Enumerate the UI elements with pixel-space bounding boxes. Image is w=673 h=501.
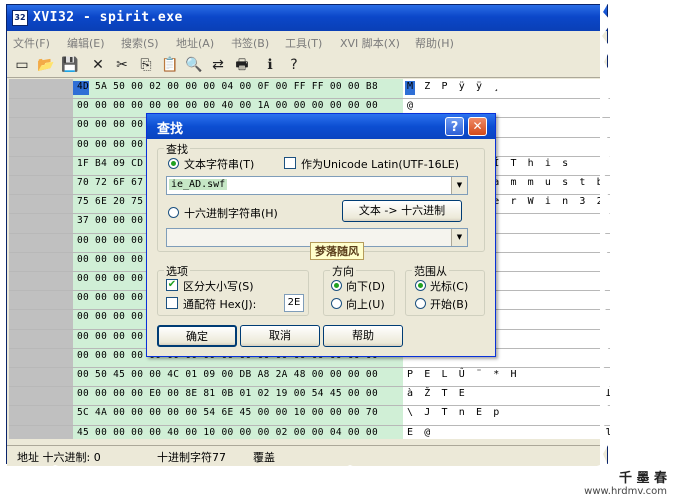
text-to-hex-button[interactable]: 文本 -> 十六进制: [342, 200, 462, 222]
context-help-icon[interactable]: ?: [285, 56, 303, 74]
row-hex[interactable]: 45 00 00 00 00 40 00 10 00 00 00 02 00 0…: [77, 427, 378, 438]
menu-bar: 文件(F) 编辑(E) 搜索(S) 地址(A) 书签(B) 工具(T) XVI …: [7, 32, 607, 52]
row-text[interactable]: \ J T n E p: [407, 407, 502, 418]
info-icon[interactable]: ℹ: [261, 56, 279, 74]
row-hex[interactable]: 00 00 00 00 E0 00 8E 81 0B 01 02 19 00 5…: [77, 388, 378, 399]
help-button[interactable]: 帮助: [323, 325, 403, 347]
row-hex[interactable]: 00 50 45 00 00 4C 01 09 00 DB A8 2A 48 0…: [77, 369, 378, 380]
range-group: 范围从 光标(C) 开始(B): [405, 263, 485, 316]
options-group-label: 选项: [164, 263, 190, 279]
torn-edge-bottom: [0, 465, 673, 501]
menu-edit[interactable]: 编辑(E): [67, 35, 105, 51]
row-separator: [9, 98, 629, 100]
direction-group: 方向 向下(D) 向上(U): [323, 263, 395, 316]
row-separator: [9, 405, 629, 407]
menu-address[interactable]: 地址(A): [176, 35, 214, 51]
status-mode: 覆盖: [253, 451, 275, 464]
checkbox-case-label[interactable]: 区分大小写(S): [183, 278, 254, 294]
dialog-title-bar: 查找 ? ✕: [147, 114, 495, 139]
direction-group-label: 方向: [330, 263, 356, 279]
cancel-button[interactable]: 取消: [240, 325, 320, 347]
range-group-label: 范围从: [412, 263, 449, 279]
menu-bookmark[interactable]: 书签(B): [231, 35, 269, 51]
row-text[interactable]: P E L Û ¨ * H: [407, 369, 519, 380]
options-group: 选项 ✔ 区分大小写(S) 通配符 Hex(J): 2E: [157, 263, 309, 316]
delete-icon[interactable]: ✕: [89, 56, 107, 74]
toolbar: ▭ 📂 💾 ✕ ✂ ⎘ 📋 🔍 ⇄ 🖶 ℹ ?: [7, 53, 607, 78]
row-text[interactable]: M Z P ÿ ÿ ¸: [407, 81, 502, 92]
chevron-down-icon[interactable]: ▼: [451, 177, 467, 194]
checkbox-wildcard-label[interactable]: 通配符 Hex(J):: [183, 296, 256, 312]
radio-cursor-label[interactable]: 光标(C): [430, 278, 468, 294]
app-icon: 32: [12, 10, 28, 26]
menu-help[interactable]: 帮助(H): [415, 35, 454, 51]
dialog-help-icon[interactable]: ?: [445, 117, 464, 136]
status-address: 地址 十六进制: 0: [17, 451, 101, 464]
torn-edge-right: [600, 0, 673, 501]
find-group: 查找 文本字符串(T) 作为Unicode Latin(UTF-16LE) ie…: [157, 141, 485, 252]
radio-range-start[interactable]: [415, 298, 426, 309]
menu-xvi-script[interactable]: XVI 脚本(X): [340, 35, 400, 51]
copy-icon[interactable]: ⎘: [137, 56, 155, 74]
radio-hex-string[interactable]: [168, 207, 179, 218]
save-icon[interactable]: 💾: [61, 56, 79, 74]
site-url: www.hrdmv.com: [584, 486, 667, 497]
title-bar: 32 XVI32 - spirit.exe: [7, 5, 607, 31]
checkbox-wildcard[interactable]: [166, 297, 178, 309]
checkbox-unicode-label[interactable]: 作为Unicode Latin(UTF-16LE): [301, 156, 459, 172]
menu-search[interactable]: 搜索(S): [121, 35, 159, 51]
replace-icon[interactable]: ⇄: [209, 56, 227, 74]
menu-tools[interactable]: 工具(T): [285, 35, 322, 51]
radio-up-label[interactable]: 向上(U): [346, 296, 385, 312]
paste-icon[interactable]: 📋: [161, 56, 179, 74]
radio-text-label[interactable]: 文本字符串(T): [184, 156, 254, 172]
row-hex[interactable]: 4D 5A 50 00 02 00 00 00 04 00 0F 00 FF F…: [77, 81, 378, 92]
row-separator: [9, 424, 629, 426]
menu-file[interactable]: 文件(F): [13, 35, 50, 51]
dialog-close-icon[interactable]: ✕: [468, 117, 487, 136]
radio-start-label[interactable]: 开始(B): [430, 296, 468, 312]
cut-icon[interactable]: ✂: [113, 56, 131, 74]
site-watermark: 千 墨 春 www.hrdmv.com: [584, 467, 667, 497]
open-icon[interactable]: 📂: [37, 56, 55, 74]
row-separator: [9, 386, 629, 388]
row-hex[interactable]: 00 00 00 00 00 00 00 00 40 00 1A 00 00 0…: [77, 100, 378, 111]
status-decimal: 十进制字符77: [157, 451, 226, 464]
find-icon[interactable]: 🔍: [185, 56, 203, 74]
row-text[interactable]: @: [407, 100, 416, 111]
print-icon[interactable]: 🖶: [233, 56, 251, 74]
text-search-value[interactable]: ie_AD.swf: [169, 179, 228, 190]
window-title: XVI32 - spirit.exe: [33, 10, 183, 25]
watermark-label: 梦落随风: [310, 242, 364, 260]
ok-button[interactable]: 确定: [157, 325, 237, 347]
wildcard-hex-input[interactable]: 2E: [284, 294, 304, 312]
dialog-title: 查找: [157, 122, 184, 137]
row-text[interactable]: à Ž T E: [407, 388, 467, 399]
row-hex[interactable]: 5C 4A 00 00 00 00 00 54 6E 45 00 00 10 0…: [77, 407, 378, 418]
find-group-label: 查找: [164, 141, 190, 157]
chevron-down-icon[interactable]: ▼: [451, 229, 467, 246]
radio-direction-down[interactable]: [331, 280, 342, 291]
checkbox-case-sensitive[interactable]: ✔: [166, 279, 178, 291]
site-name: 千 墨 春: [618, 471, 667, 486]
radio-direction-up[interactable]: [331, 298, 342, 309]
find-dialog: 查找 ? ✕ 查找 文本字符串(T) 作为Unicode Latin(UTF-1…: [146, 113, 496, 357]
new-icon[interactable]: ▭: [13, 56, 31, 74]
row-text[interactable]: E @: [407, 427, 433, 438]
row-separator: [9, 367, 629, 368]
checkbox-unicode[interactable]: [284, 157, 296, 169]
radio-hex-label[interactable]: 十六进制字符串(H): [184, 205, 278, 221]
radio-text-string[interactable]: [168, 158, 179, 169]
radio-range-cursor[interactable]: [415, 280, 426, 291]
radio-down-label[interactable]: 向下(D): [346, 278, 385, 294]
text-search-combo[interactable]: ie_AD.swf ▼: [166, 176, 468, 195]
